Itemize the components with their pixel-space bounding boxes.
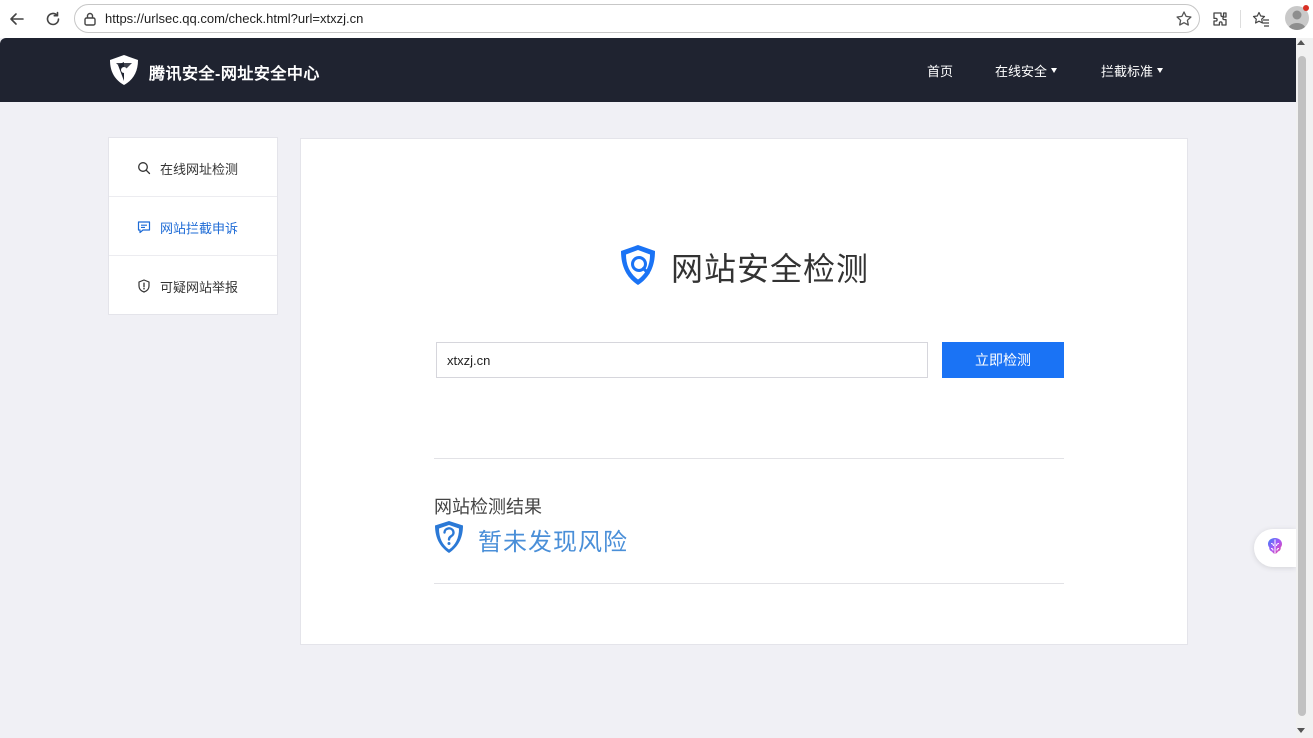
result-status: 暂未发现风险 <box>478 528 628 556</box>
brain-icon <box>1265 536 1285 560</box>
check-now-button[interactable]: 立即检测 <box>942 342 1064 378</box>
sidebar-item-report[interactable]: 可疑网站举报 <box>109 256 277 315</box>
result-heading: 网站检测结果 <box>434 497 542 517</box>
nav-block-standard[interactable]: 拦截标准 <box>1101 61 1164 80</box>
result-status-row: 暂未发现风险 <box>434 520 628 558</box>
extensions-icon[interactable] <box>1208 7 1232 31</box>
tencent-security-logo-icon <box>107 53 141 91</box>
nav-online-security-label: 在线安全 <box>995 64 1048 79</box>
favorites-icon[interactable] <box>1249 7 1273 31</box>
hero-title-row: 网站安全检测 <box>615 242 869 292</box>
ai-assistant-widget[interactable] <box>1254 529 1296 567</box>
star-icon[interactable] <box>1175 10 1193 32</box>
sidebar: 在线网址检测 网站拦截申诉 可疑网站举报 <box>108 137 278 315</box>
brand-logo[interactable]: 腾讯安全-网址安全中心 <box>107 53 320 91</box>
shield-alert-icon <box>137 278 151 293</box>
page-viewport: 腾讯安全-网址安全中心 首页 在线安全 拦截标准 在线网址检测 网站拦截申诉 可… <box>0 38 1296 738</box>
scrollbar-thumb[interactable] <box>1298 56 1306 716</box>
nav-online-security[interactable]: 在线安全 <box>995 61 1058 80</box>
divider <box>434 458 1064 459</box>
nav-home[interactable]: 首页 <box>927 61 953 80</box>
search-icon <box>137 160 151 175</box>
url-search-input[interactable] <box>436 342 928 378</box>
sidebar-item-url-check[interactable]: 在线网址检测 <box>109 138 277 197</box>
browser-toolbar: https://urlsec.qq.com/check.html?url=xtx… <box>0 0 1313 38</box>
sidebar-item-label: 在线网址检测 <box>160 162 239 177</box>
sidebar-item-label: 可疑网站举报 <box>160 280 239 295</box>
brand-name: 腾讯安全-网址安全中心 <box>149 66 320 83</box>
address-bar[interactable]: https://urlsec.qq.com/check.html?url=xtx… <box>74 4 1200 33</box>
scroll-down-icon[interactable] <box>1297 728 1305 733</box>
nav-home-label: 首页 <box>927 64 954 79</box>
caret-down-icon <box>1157 68 1164 73</box>
site-header: 腾讯安全-网址安全中心 首页 在线安全 拦截标准 <box>0 38 1296 102</box>
lock-icon[interactable] <box>83 11 97 31</box>
page-title: 网站安全检测 <box>671 251 870 287</box>
nav-block-standard-label: 拦截标准 <box>1101 64 1154 79</box>
sidebar-item-appeal[interactable]: 网站拦截申诉 <box>109 197 277 256</box>
divider <box>434 583 1064 584</box>
sidebar-item-label: 网站拦截申诉 <box>160 221 239 236</box>
back-arrow-icon[interactable] <box>5 7 29 31</box>
toolbar-divider <box>1240 10 1241 28</box>
reload-icon[interactable] <box>41 7 65 31</box>
message-icon <box>137 219 151 234</box>
notification-dot <box>1303 5 1309 11</box>
caret-down-icon <box>1051 68 1058 73</box>
url-text[interactable]: https://urlsec.qq.com/check.html?url=xtx… <box>105 11 363 26</box>
scroll-up-icon[interactable] <box>1297 40 1305 45</box>
shield-question-icon <box>434 520 464 558</box>
main-card: 网站安全检测 立即检测 网站检测结果 暂未发现风险 <box>300 138 1188 645</box>
shield-search-icon <box>615 242 661 292</box>
